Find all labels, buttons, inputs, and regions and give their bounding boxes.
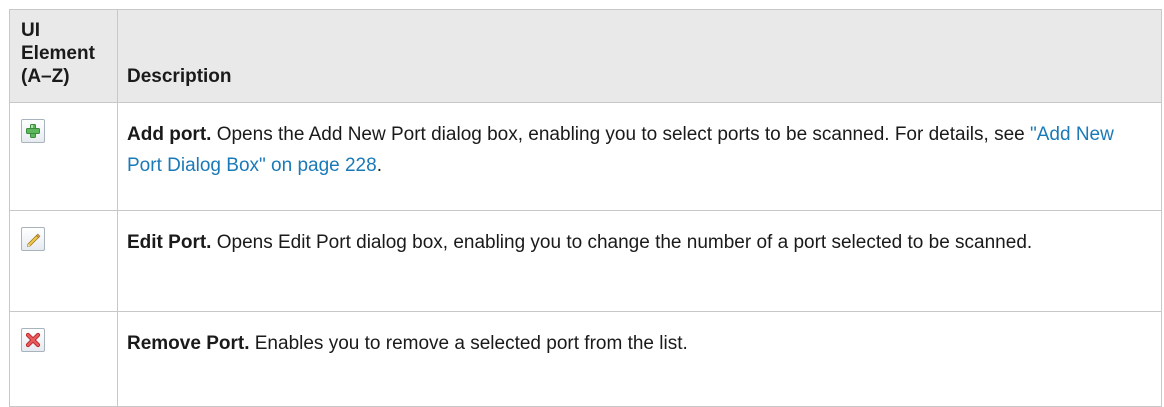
description-cell: Remove Port. Enables you to remove a sel… <box>117 311 1162 407</box>
add-port-text-end: . <box>376 155 382 176</box>
edit-port-text: Opens Edit Port dialog box, enabling you… <box>211 232 1033 253</box>
table-row: Add port. Opens the Add New Port dialog … <box>9 102 1162 211</box>
description-cell: Edit Port. Opens Edit Port dialog box, e… <box>117 210 1162 312</box>
table-row: Edit Port. Opens Edit Port dialog box, e… <box>9 210 1162 312</box>
remove-port-title: Remove Port. <box>127 333 250 354</box>
edit-pencil-icon <box>21 227 45 251</box>
ui-element-cell <box>9 102 118 211</box>
remove-port-text: Enables you to remove a selected port fr… <box>249 333 688 354</box>
ui-element-cell <box>9 210 118 312</box>
header-description: Description <box>117 9 1162 103</box>
add-plus-icon <box>21 119 45 143</box>
description-cell: Add port. Opens the Add New Port dialog … <box>117 102 1162 211</box>
add-port-text: Opens the Add New Port dialog box, enabl… <box>211 124 1030 145</box>
add-port-title: Add port. <box>127 124 212 145</box>
edit-port-title: Edit Port. <box>127 232 212 253</box>
ui-elements-table: UI Element (A–Z) Description Add port. O… <box>9 9 1162 407</box>
header-description-label: Description <box>127 66 232 87</box>
table-header-row: UI Element (A–Z) Description <box>9 9 1162 103</box>
header-ui-element: UI Element (A–Z) <box>9 9 118 103</box>
table-row: Remove Port. Enables you to remove a sel… <box>9 311 1162 407</box>
header-ui-element-label: UI Element (A–Z) <box>21 20 95 87</box>
remove-x-icon <box>21 328 45 352</box>
ui-element-cell <box>9 311 118 407</box>
